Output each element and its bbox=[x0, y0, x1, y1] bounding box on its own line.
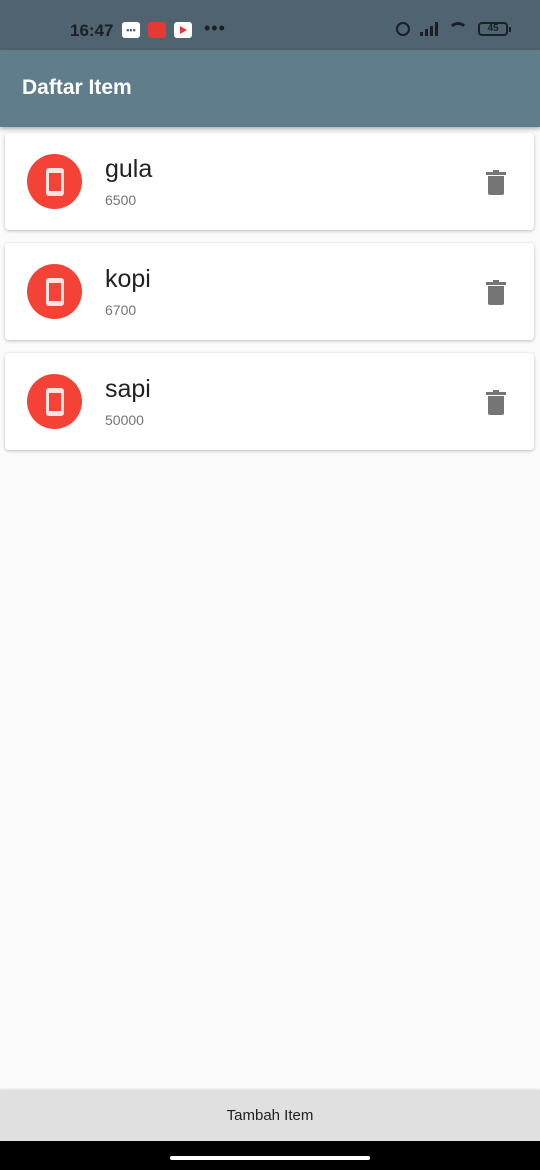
battery-icon: 45 bbox=[478, 22, 511, 36]
avatar bbox=[27, 374, 82, 429]
list-item[interactable]: sapi 50000 bbox=[5, 353, 534, 450]
item-name: sapi bbox=[105, 375, 151, 403]
wifi-icon bbox=[448, 22, 468, 36]
status-icons-left: ••• bbox=[122, 22, 192, 38]
app-bar: Daftar Item bbox=[0, 50, 540, 127]
status-icons-right: 45 bbox=[396, 22, 511, 36]
status-bar: 16:47 ••• ••• 45 bbox=[0, 0, 540, 50]
list-item[interactable]: kopi 6700 bbox=[5, 243, 534, 340]
list-item[interactable]: gula 6500 bbox=[5, 133, 534, 230]
message-icon: ••• bbox=[122, 22, 140, 38]
status-time: 16:47 bbox=[70, 21, 114, 40]
phone-icon bbox=[45, 167, 64, 196]
more-notifications-icon: ••• bbox=[204, 18, 226, 38]
alarm-icon bbox=[396, 22, 410, 36]
item-name: kopi bbox=[105, 265, 151, 293]
page-title: Daftar Item bbox=[22, 76, 132, 99]
item-price: 6500 bbox=[105, 192, 137, 208]
delete-icon[interactable] bbox=[486, 280, 506, 305]
signal-icon bbox=[420, 22, 438, 36]
phone-icon bbox=[45, 387, 64, 416]
item-price: 6700 bbox=[105, 302, 137, 318]
delete-icon[interactable] bbox=[486, 170, 506, 195]
item-name: gula bbox=[105, 155, 153, 183]
system-nav-bar bbox=[0, 1141, 540, 1170]
add-item-button[interactable]: Tambah Item bbox=[0, 1090, 540, 1141]
phone-icon bbox=[45, 277, 64, 306]
avatar bbox=[27, 154, 82, 209]
home-indicator[interactable] bbox=[170, 1156, 370, 1160]
avatar bbox=[27, 264, 82, 319]
youtube-icon bbox=[174, 22, 192, 38]
app-notification-icon bbox=[148, 22, 166, 38]
delete-icon[interactable] bbox=[486, 390, 506, 415]
item-price: 50000 bbox=[105, 412, 144, 428]
